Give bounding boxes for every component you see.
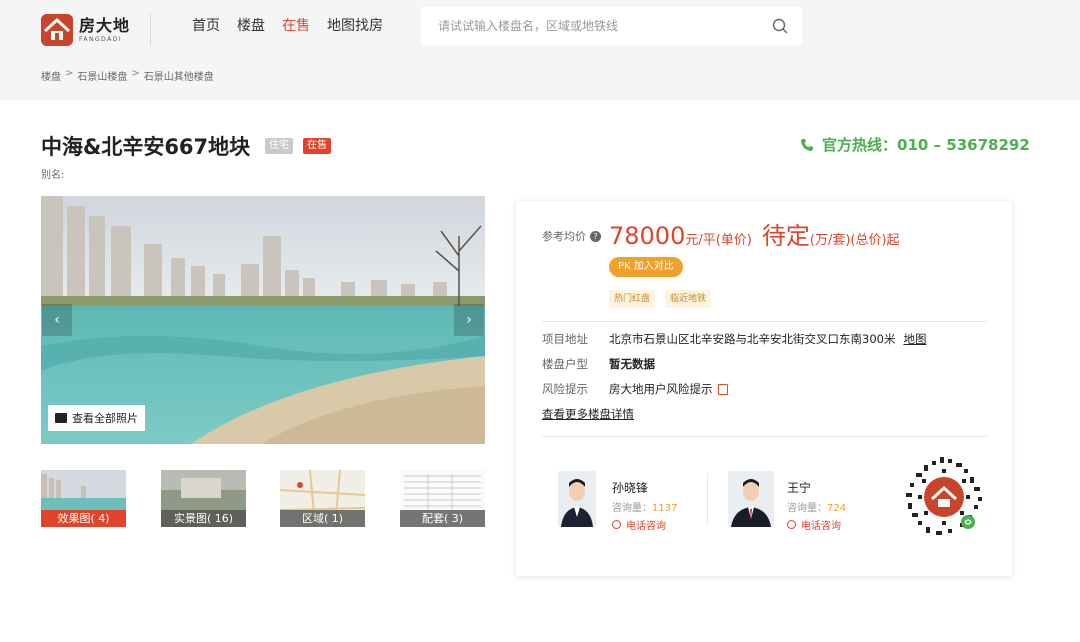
header-bar: 房大地 FANGDADI 首页 楼盘 在售 地图找房 楼盘 > 石景山楼盘 > … <box>0 0 1080 100</box>
photo-next-button[interactable]: › <box>454 304 484 336</box>
agent-avatar <box>558 471 596 527</box>
hotline[interactable]: 官方热线：010 – 53678292 <box>800 134 1030 155</box>
thumb-real-photos[interactable]: 实景图( 16) <box>161 470 246 527</box>
agent-card[interactable]: 王宁 咨询量：724 电话咨询 <box>728 471 846 532</box>
agent-avatar <box>728 471 774 527</box>
nav-map-search[interactable]: 地图找房 <box>327 16 383 36</box>
risk-row: 风险提示 房大地用户风险提示 <box>542 381 728 397</box>
card-divider <box>542 321 987 322</box>
agent-name: 孙晓锋 <box>612 481 649 495</box>
property-type-badge: 住宅 <box>265 138 293 154</box>
layout-label: 楼盘户型 <box>542 357 588 371</box>
thumb-area-map[interactable]: 区域( 1) <box>280 470 365 527</box>
agent-card[interactable]: 孙晓锋 咨询量：1137 电话咨询 <box>558 471 677 532</box>
breadcrumb-projects[interactable]: 楼盘 <box>41 68 61 83</box>
card-divider <box>542 436 987 437</box>
search-input[interactable] <box>438 19 758 33</box>
header-divider <box>150 14 151 46</box>
feature-tag: 热门红盘 <box>609 290 656 308</box>
layout-row: 楼盘户型 暂无数据 <box>542 356 655 372</box>
logo-name: 房大地 <box>79 15 131 35</box>
address-row: 项目地址 北京市石景山区北辛安路与北辛安北街交叉口东南300米 地图 <box>542 331 926 347</box>
unit-price: 78000 <box>609 222 686 250</box>
map-link[interactable]: 地图 <box>903 331 926 347</box>
feature-tag: 临近地铁 <box>665 290 712 308</box>
search-box <box>421 7 802 45</box>
agent-name: 王宁 <box>787 481 812 495</box>
image-icon <box>55 413 67 423</box>
total-price-suffix: (万/套)(总价)起 <box>809 233 900 248</box>
address-value: 北京市石景山区北辛安路与北辛安北街交叉口东南300米 <box>609 332 896 346</box>
photo-prev-button[interactable]: ‹ <box>42 304 72 336</box>
breadcrumb: 楼盘 > 石景山楼盘 > 石景山其他楼盘 <box>41 68 214 83</box>
thumb-caption: 实景图( 16) <box>161 510 246 527</box>
agent-call-button[interactable]: 电话咨询 <box>787 517 846 532</box>
thumb-caption: 区域( 1) <box>280 510 365 527</box>
logo-subname: FANGDADI <box>79 35 123 43</box>
document-icon[interactable] <box>717 383 728 395</box>
add-to-compare-button[interactable]: PK 加入对比 <box>609 257 683 277</box>
price-row: 78000 元/平(单价) 待定 (万/套)(总价)起 <box>609 216 900 251</box>
thumb-caption: 效果图( 4) <box>41 510 126 527</box>
view-all-photos-button[interactable]: 查看全部照片 <box>48 405 145 431</box>
layout-value: 暂无数据 <box>609 357 655 371</box>
agent-call-label: 电话咨询 <box>626 521 666 532</box>
mini-program-qr-code <box>902 455 986 539</box>
thumb-caption: 配套( 3) <box>400 510 485 527</box>
alias-label: 别名: <box>41 170 65 181</box>
price-label: 参考均价 <box>542 230 586 243</box>
phone-icon <box>801 138 813 151</box>
nav-home[interactable]: 首页 <box>192 16 220 36</box>
search-icon[interactable] <box>772 18 788 34</box>
breadcrumb-current[interactable]: 石景山其他楼盘 <box>144 68 214 83</box>
total-price: 待定 <box>761 222 810 250</box>
nav-on-sale[interactable]: 在售 <box>282 16 310 36</box>
sale-status-badge: 在售 <box>303 138 331 154</box>
breadcrumb-separator: > <box>131 68 140 79</box>
unit-price-suffix: 元/平(单价) <box>685 233 752 248</box>
breadcrumb-district[interactable]: 石景山楼盘 <box>77 68 127 83</box>
breadcrumb-separator: > <box>65 68 74 79</box>
info-card: 参考均价 ? 78000 元/平(单价) 待定 (万/套)(总价)起 PK 加入… <box>516 201 1012 576</box>
risk-label: 风险提示 <box>542 382 588 396</box>
risk-value[interactable]: 房大地用户风险提示 <box>609 381 713 397</box>
view-all-label: 查看全部照片 <box>72 412 138 425</box>
logo-house-icon <box>41 14 73 46</box>
main-nav: 首页 楼盘 在售 地图找房 <box>192 16 400 36</box>
help-icon[interactable]: ? <box>590 230 601 242</box>
more-details-link[interactable]: 查看更多楼盘详情 <box>542 406 634 422</box>
site-logo[interactable]: 房大地 FANGDADI <box>41 14 130 46</box>
hotline-text: 官方热线：010 – 53678292 <box>822 136 1030 154</box>
thumb-renderings[interactable]: 效果图( 4) <box>41 470 126 527</box>
agent-inquiries: 咨询量：1137 <box>612 503 678 514</box>
phone-icon <box>787 520 796 529</box>
page-title: 中海&北辛安667地块 <box>41 135 251 159</box>
price-label-row: 参考均价 ? <box>542 228 601 244</box>
agent-call-label: 电话咨询 <box>801 521 841 532</box>
nav-projects[interactable]: 楼盘 <box>237 16 265 36</box>
agent-divider <box>707 473 708 525</box>
address-label: 项目地址 <box>542 332 588 346</box>
agent-inquiries: 咨询量：724 <box>787 503 847 514</box>
thumb-facilities[interactable]: 配套( 3) <box>400 470 485 527</box>
phone-icon <box>612 520 621 529</box>
agent-call-button[interactable]: 电话咨询 <box>612 517 677 532</box>
